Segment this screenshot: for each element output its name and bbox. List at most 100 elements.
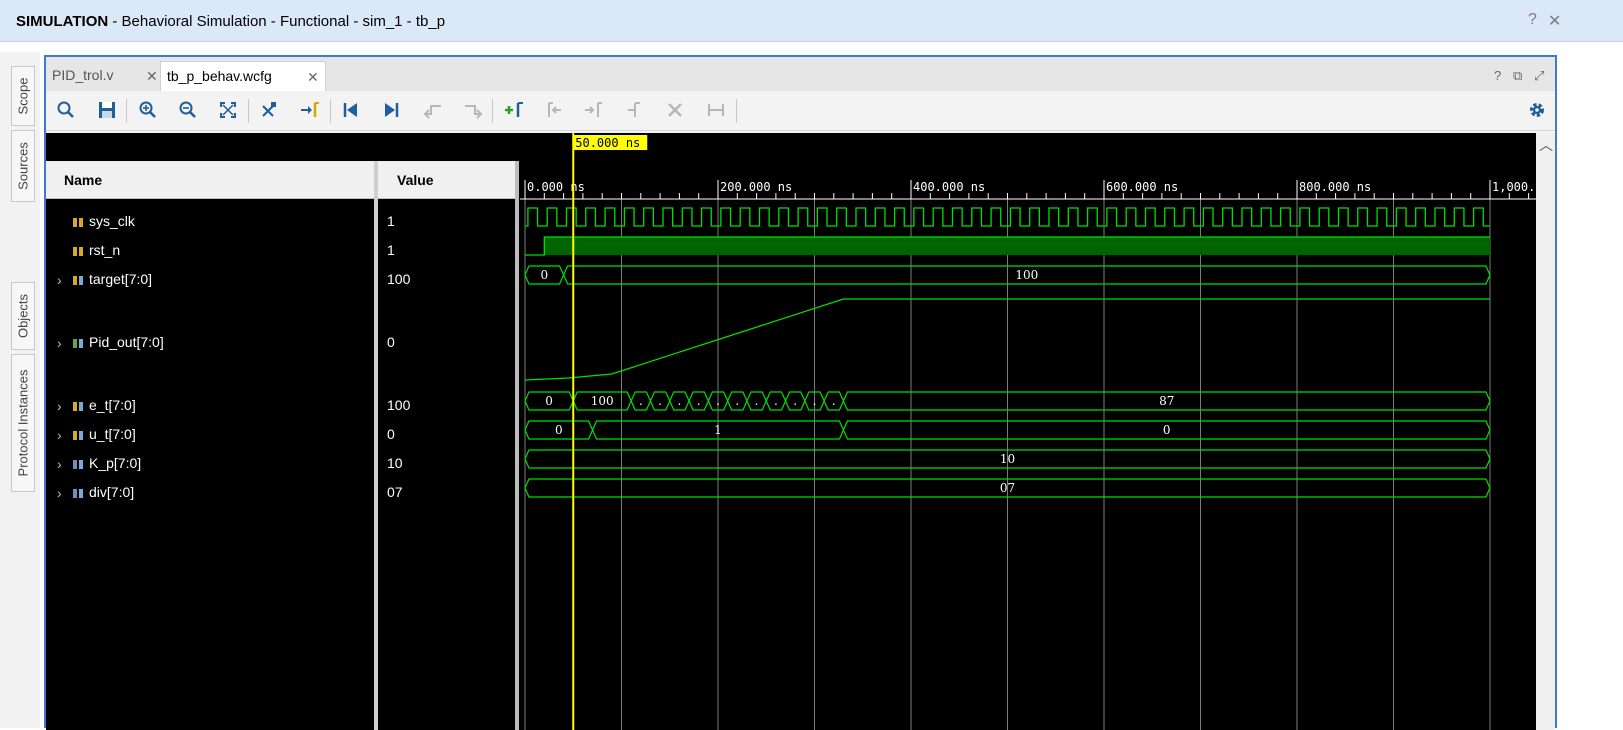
maximize-icon[interactable]: ⤢ [1534, 68, 1544, 84]
bus-segment-value: . [639, 394, 643, 408]
rst-n-high-fill [544, 237, 1490, 255]
add-marker-icon[interactable] [500, 96, 528, 124]
bus-segment-value: 0 [1163, 423, 1171, 437]
bus-segment-value: 1 [714, 423, 722, 437]
bus-signal-icon [72, 487, 84, 498]
bus-segment-value: . [697, 394, 701, 408]
signal-name[interactable]: K_p[7:0] [89, 455, 141, 471]
tab-pid-trol[interactable]: PID_trol.v ✕ [46, 61, 158, 91]
window-title: SIMULATION - Behavioral Simulation - Fun… [16, 13, 446, 30]
time-tick-label: 200.000 ns [720, 180, 792, 194]
next-marker-icon[interactable] [580, 96, 608, 124]
signal-name[interactable]: div[7:0] [89, 484, 134, 500]
time-tick-label: 800.000 ns [1299, 180, 1371, 194]
save-icon[interactable] [93, 96, 121, 124]
go-to-last-time-icon[interactable] [377, 96, 405, 124]
bus-signal-icon [72, 429, 84, 440]
bus-segment-value: . [735, 394, 739, 408]
next-transition-icon[interactable] [459, 96, 487, 124]
zoom-fit-icon[interactable] [214, 96, 242, 124]
signal-name[interactable]: u_t[7:0] [89, 426, 136, 442]
restore-icon[interactable]: ⧉ [1513, 68, 1522, 84]
zoom-in-icon[interactable] [134, 96, 162, 124]
signal-value: 100 [387, 397, 411, 413]
bus-signal-icon [72, 458, 84, 469]
time-tick-label: 0.000 ns [527, 180, 585, 194]
snap-to-transition-icon[interactable] [255, 96, 283, 124]
bus-segment-value: . [755, 394, 759, 408]
title-bar: SIMULATION - Behavioral Simulation - Fun… [0, 0, 1623, 42]
signal-name[interactable]: Pid_out[7:0] [89, 334, 164, 350]
toolbar-separator [330, 99, 331, 123]
previous-transition-icon[interactable] [419, 96, 447, 124]
signal-name[interactable]: rst_n [89, 242, 120, 258]
column-splitter[interactable] [374, 161, 378, 730]
go-to-time-zero-icon[interactable] [337, 96, 365, 124]
signal-value: 1 [387, 213, 395, 229]
vertical-scrollbar[interactable]: ︿ [1536, 133, 1555, 730]
time-tick-label: 400.000 ns [913, 180, 985, 194]
expand-chevron-icon[interactable]: › [57, 272, 62, 288]
signal-value: 07 [387, 484, 403, 500]
toolbar-separator [736, 99, 737, 123]
toolbar-separator [248, 99, 249, 123]
bus-segment-value: 0 [545, 394, 553, 408]
waveform-window: PID_trol.v ✕ tb_p_behav.wcfg ✕ ? ⧉ ⤢ Nam… [44, 55, 1557, 730]
bus-signal-icon [72, 337, 84, 348]
name-column-header[interactable]: Name [46, 161, 374, 199]
expand-chevron-icon[interactable]: › [57, 335, 62, 351]
sidebar-tab-protocol-instances[interactable]: Protocol Instances [11, 354, 35, 492]
signal-name[interactable]: target[7:0] [89, 271, 152, 287]
bus-segment-value: 10 [1000, 452, 1015, 466]
expand-chevron-icon[interactable]: › [57, 456, 62, 472]
bus-segment-value: . [813, 394, 817, 408]
signal-name[interactable]: sys_clk [89, 213, 135, 229]
bus-segment-value: 0 [555, 423, 563, 437]
close-icon[interactable]: ✕ [1548, 11, 1561, 31]
signal-value: 10 [387, 455, 403, 471]
gear-icon[interactable] [1523, 96, 1551, 124]
logic-signal-icon [72, 245, 84, 256]
pane-splitter[interactable] [515, 161, 519, 730]
previous-marker-icon[interactable] [540, 96, 568, 124]
signal-value: 1 [387, 242, 395, 258]
zoom-to-range-icon[interactable] [702, 96, 730, 124]
help-icon[interactable]: ? [1494, 68, 1501, 83]
sidebar-tab-sources[interactable]: Sources [11, 130, 35, 202]
tab-tb-p-behav-wcfg[interactable]: tb_p_behav.wcfg ✕ [160, 61, 326, 91]
waveform-toolbar [46, 91, 1555, 131]
bus-segment-value: . [832, 394, 836, 408]
bus-segment-value: 100 [591, 394, 614, 408]
expand-chevron-icon[interactable]: › [57, 485, 62, 501]
logic-signal-icon [72, 216, 84, 227]
bus-segment-value: . [774, 394, 778, 408]
waveform-canvas[interactable]: 0.000 ns 200.000 ns 400.000 ns 600.000 ns 80… [520, 133, 1536, 730]
swap-cursors-icon[interactable] [620, 96, 648, 124]
sidebar-tab-scope[interactable]: Scope [11, 66, 35, 126]
bus-segment-value: 87 [1159, 394, 1174, 408]
bus-segment-value: 0 [540, 268, 548, 282]
tab-label: PID_trol.v [52, 67, 114, 83]
expand-chevron-icon[interactable]: › [57, 427, 62, 443]
signal-value: 0 [387, 426, 395, 442]
tab-label: tb_p_behav.wcfg [167, 68, 272, 84]
side-panel-tabs: Scope Sources Objects Protocol Instances [0, 52, 40, 728]
sidebar-tab-objects[interactable]: Objects [11, 282, 35, 350]
expand-chevron-icon[interactable]: › [57, 398, 62, 414]
time-tick-label: 1,000.0 [1492, 180, 1536, 194]
bus-segment-value: . [716, 394, 720, 408]
chevron-up-icon[interactable]: ︿ [1539, 135, 1553, 155]
close-tab-icon[interactable]: ✕ [146, 68, 158, 85]
signal-value: 100 [387, 271, 411, 287]
signal-name[interactable]: e_t[7:0] [89, 397, 136, 413]
value-column-header[interactable]: Value [378, 161, 515, 199]
close-tab-icon[interactable]: ✕ [307, 69, 319, 86]
editor-tab-bar: PID_trol.v ✕ tb_p_behav.wcfg ✕ ? ⧉ ⤢ [46, 57, 1555, 91]
bus-segment-value: . [677, 394, 681, 408]
toolbar-separator [126, 99, 127, 123]
help-icon[interactable]: ? [1528, 11, 1537, 29]
go-to-cursor-icon[interactable] [296, 96, 324, 124]
zoom-out-icon[interactable] [174, 96, 202, 124]
search-icon[interactable] [52, 96, 80, 124]
delete-marker-icon[interactable] [661, 96, 689, 124]
